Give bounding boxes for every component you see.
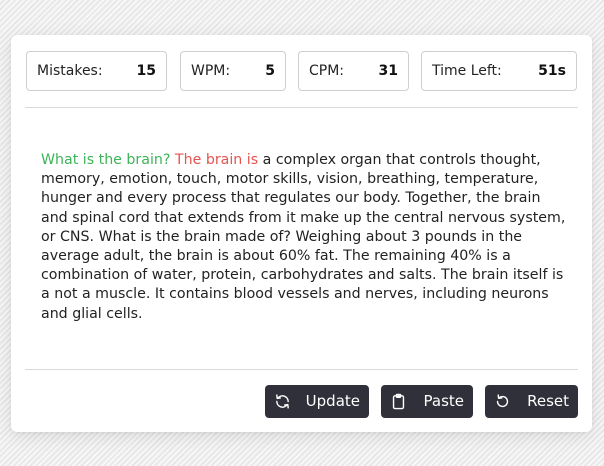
typed-incorrect-text: The brain is xyxy=(170,152,259,168)
typing-paragraph[interactable]: What is the brain? The brain is a comple… xyxy=(41,151,571,324)
cpm-value: 31 xyxy=(378,63,398,79)
cpm-label: CPM: xyxy=(309,63,345,79)
time-left-label: Time Left: xyxy=(432,63,502,79)
bottom-divider xyxy=(25,369,578,370)
update-button-label: Update xyxy=(305,392,360,410)
paste-button-label: Paste xyxy=(423,392,465,410)
paste-button[interactable]: Paste xyxy=(381,385,473,418)
mistakes-stat: Mistakes: 15 xyxy=(26,51,167,91)
refresh-icon xyxy=(274,393,291,410)
clipboard-icon xyxy=(390,393,407,410)
typed-correct-text: What is the brain? xyxy=(41,152,171,168)
typing-test-card: Mistakes: 15 WPM: 5 CPM: 31 Time Left: 5… xyxy=(11,35,592,432)
mistakes-value: 15 xyxy=(136,63,156,79)
wpm-value: 5 xyxy=(265,63,275,79)
rotate-ccw-icon xyxy=(494,393,511,410)
top-divider xyxy=(25,107,578,108)
time-left-value: 51s xyxy=(538,63,566,79)
mistakes-label: Mistakes: xyxy=(37,63,103,79)
cpm-stat: CPM: 31 xyxy=(298,51,409,91)
time-left-stat: Time Left: 51s xyxy=(421,51,577,91)
pending-text: a complex organ that controls thought, m… xyxy=(41,152,566,322)
reset-button-label: Reset xyxy=(527,392,569,410)
wpm-stat: WPM: 5 xyxy=(180,51,286,91)
reset-button[interactable]: Reset xyxy=(485,385,578,418)
wpm-label: WPM: xyxy=(191,63,231,79)
update-button[interactable]: Update xyxy=(265,385,369,418)
